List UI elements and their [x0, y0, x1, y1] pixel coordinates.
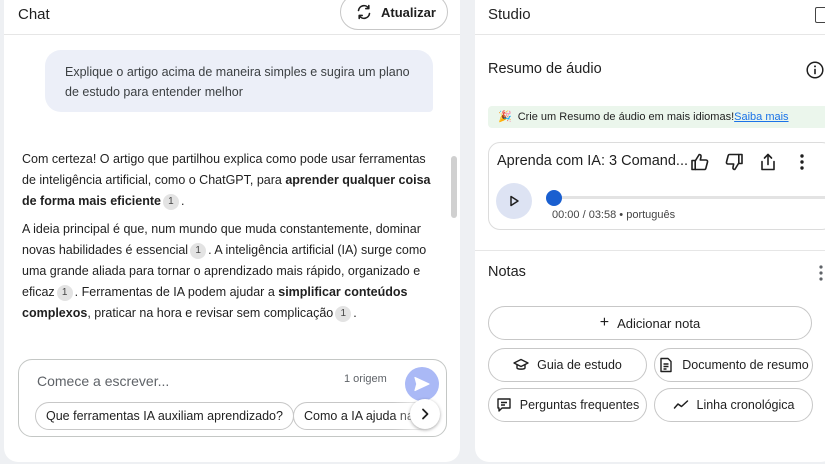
- info-icon[interactable]: [806, 61, 824, 79]
- send-icon: [413, 375, 431, 393]
- more-options-icon[interactable]: [791, 151, 813, 173]
- play-icon: [508, 195, 520, 207]
- timeline-button[interactable]: Linha cronológica: [654, 388, 813, 422]
- chat-header: Chat Atualizar: [4, 0, 460, 30]
- audio-progress-knob[interactable]: [546, 190, 562, 206]
- study-guide-icon: [513, 357, 529, 373]
- audio-summary-title: Resumo de áudio: [488, 61, 602, 77]
- refresh-label: Atualizar: [381, 4, 436, 20]
- chat-title: Chat: [18, 6, 50, 23]
- audio-language: português: [626, 209, 676, 221]
- studio-header-divider: [475, 34, 825, 35]
- share-icon[interactable]: [757, 151, 779, 173]
- citation-badge[interactable]: 1: [56, 285, 73, 301]
- audio-time-info: 00:00 / 03:58 • português: [552, 209, 675, 221]
- send-button[interactable]: [405, 367, 439, 401]
- answer-text: , praticar na hora e revisar sem complic…: [87, 306, 334, 320]
- add-note-label: Adicionar nota: [617, 315, 701, 331]
- notes-title: Notas: [488, 264, 526, 280]
- suggestion-row: Que ferramentas IA auxiliam aprendizado?…: [31, 402, 445, 430]
- promo-banner: 🎉 Crie um Resumo de áudio em mais idiomas…: [488, 106, 825, 128]
- summary-doc-icon: [658, 357, 674, 373]
- studio-panel: Studio Resumo de áudio 🎉 Crie um Resumo d…: [475, 0, 825, 462]
- timeline-icon: [673, 397, 689, 413]
- chat-panel: Chat Atualizar Explique o artigo acima d…: [4, 0, 460, 462]
- audio-card-title: Aprenda com IA: 3 Comand...: [497, 153, 689, 169]
- audio-overview-card: Aprenda com IA: 3 Comand... 00:00 / 03:5…: [488, 142, 825, 230]
- studio-title: Studio: [488, 6, 531, 23]
- source-count: 1 origem: [344, 373, 387, 385]
- refresh-button[interactable]: Atualizar: [340, 0, 448, 30]
- play-button[interactable]: [496, 183, 532, 219]
- chat-header-divider: [4, 34, 460, 35]
- audio-time: 00:00 / 03:58: [552, 209, 617, 221]
- chat-scrollbar[interactable]: [451, 156, 457, 218]
- next-suggestions-button[interactable]: [410, 399, 440, 429]
- answer-text: . Ferramentas de IA podem ajudar a: [74, 285, 279, 299]
- citation-badge[interactable]: 1: [335, 306, 352, 322]
- answer-paragraph-1: Com certeza! O artigo que partilhou expl…: [22, 149, 442, 212]
- promo-text: Crie um Resumo de áudio em mais idiomas!: [517, 111, 735, 123]
- thumbs-up-icon[interactable]: [689, 151, 711, 173]
- add-note-button[interactable]: + Adicionar nota: [488, 306, 812, 340]
- promo-link[interactable]: Saiba mais: [734, 111, 788, 123]
- suggestion-chip[interactable]: Que ferramentas IA auxiliam aprendizado?: [35, 402, 294, 430]
- notes-more-icon[interactable]: [818, 264, 825, 282]
- answer-text: .: [180, 194, 185, 208]
- refresh-icon: [355, 3, 373, 21]
- user-message: Explique o artigo acima de maneira simpl…: [45, 50, 433, 112]
- study-guide-label: Guia de estudo: [537, 357, 622, 372]
- study-guide-button[interactable]: Guia de estudo: [488, 348, 647, 382]
- chevron-right-icon: [419, 408, 431, 420]
- faq-button[interactable]: Perguntas frequentes: [488, 388, 647, 422]
- separator: •: [616, 209, 627, 221]
- summary-doc-button[interactable]: Documento de resumo: [654, 348, 813, 382]
- chat-input[interactable]: [37, 370, 327, 392]
- audio-progress-track[interactable]: [551, 196, 825, 199]
- notes-divider: [475, 250, 825, 251]
- assistant-answer: Com certeza! O artigo que partilhou expl…: [22, 149, 442, 331]
- collapse-panel-icon[interactable]: [815, 7, 825, 23]
- citation-badge[interactable]: 1: [162, 194, 179, 210]
- faq-label: Perguntas frequentes: [519, 397, 640, 412]
- citation-badge[interactable]: 1: [190, 243, 207, 259]
- faq-icon: [496, 397, 512, 413]
- summary-doc-label: Documento de resumo: [682, 357, 809, 372]
- chat-composer: 1 origem Que ferramentas IA auxiliam apr…: [18, 359, 447, 437]
- plus-icon: +: [599, 314, 610, 331]
- answer-text: .: [353, 306, 357, 320]
- thumbs-down-icon[interactable]: [723, 151, 745, 173]
- celebration-icon: 🎉: [498, 111, 512, 123]
- answer-paragraph-2: A ideia principal é que, num mundo que m…: [22, 219, 442, 324]
- timeline-label: Linha cronológica: [696, 397, 795, 412]
